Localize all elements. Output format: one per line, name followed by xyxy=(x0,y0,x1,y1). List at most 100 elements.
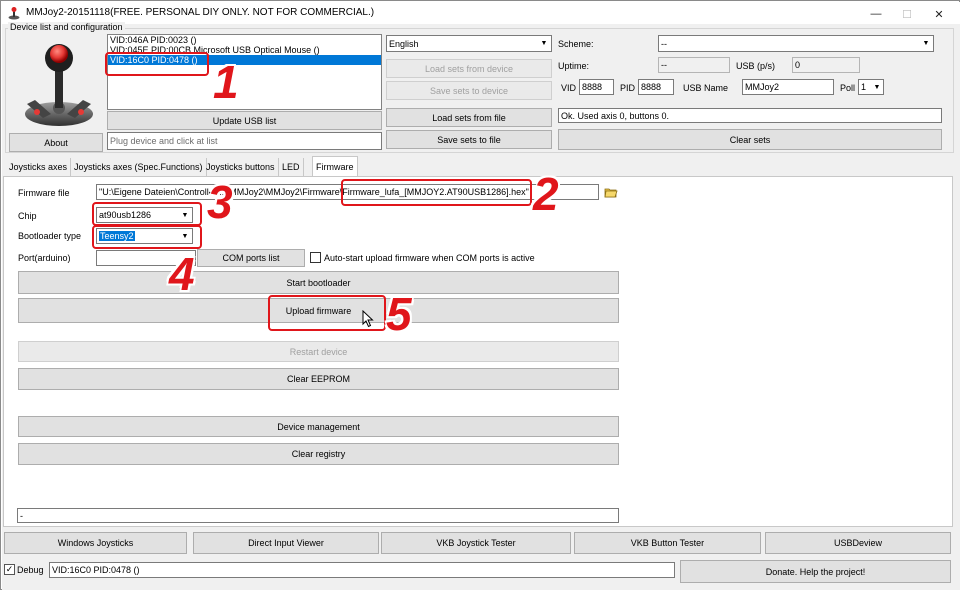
firmware-file-label: Firmware file xyxy=(18,188,70,198)
annotation-number-3: 3 xyxy=(207,176,233,228)
app-joystick-icon xyxy=(7,6,21,20)
device-management-button[interactable]: Device management xyxy=(18,416,619,437)
vkb-joystick-tester-button[interactable]: VKB Joystick Tester xyxy=(381,532,571,554)
clear-eeprom-button[interactable]: Clear EEPROM xyxy=(18,368,619,390)
debug-output-field: VID:16C0 PID:0478 () xyxy=(49,562,675,578)
start-bootloader-button[interactable]: Start bootloader xyxy=(18,271,619,294)
restart-device-button[interactable]: Restart device xyxy=(18,341,619,362)
donate-button[interactable]: Donate. Help the project! xyxy=(680,560,951,583)
com-ports-list-label: COM ports list xyxy=(222,253,280,263)
chevron-down-icon: ▼ xyxy=(540,40,548,47)
close-icon: ✕ xyxy=(934,8,944,21)
tab-joysticks-axes[interactable]: Joysticks axes xyxy=(6,158,72,176)
poll-label: Poll xyxy=(840,83,856,93)
direct-input-viewer-label: Direct Input Viewer xyxy=(248,538,324,548)
maximize-button[interactable]: ☐ xyxy=(891,3,923,25)
restart-device-label: Restart device xyxy=(289,346,348,357)
debug-label: Debug xyxy=(17,565,44,575)
com-ports-list-button[interactable]: COM ports list xyxy=(197,249,305,267)
clear-eeprom-label: Clear EEPROM xyxy=(286,374,350,384)
chevron-down-icon: ▼ xyxy=(922,40,930,47)
device-status-field: Plug device and click at list xyxy=(107,132,382,150)
vkb-button-tester-button[interactable]: VKB Button Tester xyxy=(574,532,761,554)
vid-field[interactable]: 8888 xyxy=(579,79,614,95)
usb-ps-field: 0 xyxy=(792,57,860,73)
vkb-button-tester-label: VKB Button Tester xyxy=(630,538,705,548)
save-sets-to-device-label: Save sets to device xyxy=(429,85,509,96)
tab-firmware[interactable]: Firmware xyxy=(312,156,358,177)
clear-sets-button[interactable]: Clear sets xyxy=(558,129,942,150)
windows-joysticks-label: Windows Joysticks xyxy=(57,538,134,548)
language-select[interactable]: English ▼ xyxy=(386,35,552,52)
port-arduino-label: Port(arduino) xyxy=(18,253,71,263)
usb-ps-label: USB (p/s) xyxy=(736,61,776,71)
scheme-value: -- xyxy=(661,38,667,49)
title-bar: MMJoy2-20151118(FREE. PERSONAL DIY ONLY.… xyxy=(2,2,960,24)
app-window: MMJoy2-20151118(FREE. PERSONAL DIY ONLY.… xyxy=(0,0,960,590)
pid-field[interactable]: 8888 xyxy=(638,79,674,95)
annotation-number-5: 5 xyxy=(386,288,412,340)
device-item-0[interactable]: VID:046A PID:0023 () xyxy=(108,35,381,45)
status-output: Ok. Used axis 0, buttons 0. xyxy=(558,108,942,123)
uptime-label: Uptime: xyxy=(558,61,590,71)
annotation-box-4 xyxy=(92,225,202,249)
bootloader-type-label: Bootloader type xyxy=(18,231,82,241)
tab-led[interactable]: LED xyxy=(279,158,304,176)
load-sets-from-device-button[interactable]: Load sets from device xyxy=(386,59,552,78)
joystick-logo xyxy=(13,34,103,131)
chevron-down-icon: ▼ xyxy=(873,83,881,91)
annotation-number-4: 4 xyxy=(169,248,195,300)
window-title: MMJoy2-20151118(FREE. PERSONAL DIY ONLY.… xyxy=(26,7,375,18)
open-folder-icon[interactable] xyxy=(604,185,618,199)
tab-joysticks-axes-label: Joysticks axes xyxy=(9,162,68,172)
usbdeview-button[interactable]: USBDeview xyxy=(765,532,951,554)
uptime-field: -- xyxy=(658,57,730,73)
load-sets-from-file-label: Load sets from file xyxy=(432,112,506,123)
direct-input-viewer-button[interactable]: Direct Input Viewer xyxy=(193,532,379,554)
device-group-label: Device list and configuration xyxy=(8,22,125,32)
tab-joysticks-buttons[interactable]: Joysticks buttons xyxy=(203,158,279,176)
device-management-label: Device management xyxy=(277,421,360,432)
clear-registry-button[interactable]: Clear registry xyxy=(18,443,619,465)
save-sets-to-file-label: Save sets to file xyxy=(437,134,501,145)
autostart-upload-checkbox[interactable] xyxy=(310,252,321,263)
save-sets-to-file-button[interactable]: Save sets to file xyxy=(386,130,552,149)
chip-label: Chip xyxy=(18,211,37,221)
load-sets-from-device-label: Load sets from device xyxy=(424,63,514,74)
minimize-button[interactable]: — xyxy=(860,3,892,25)
poll-value: 1 xyxy=(861,82,867,92)
scheme-select[interactable]: -- ▼ xyxy=(658,35,934,52)
update-usb-list-label: Update USB list xyxy=(212,115,277,126)
usb-name-field[interactable]: MMJoy2 xyxy=(742,79,834,95)
maximize-icon: ☐ xyxy=(902,8,912,21)
tab-joysticks-axes-spec-label: Joysticks axes (Spec.Functions) xyxy=(74,162,203,172)
annotation-box-1 xyxy=(105,52,209,76)
save-sets-to-device-button[interactable]: Save sets to device xyxy=(386,81,552,100)
about-label: About xyxy=(44,137,68,148)
scheme-label: Scheme: xyxy=(558,39,594,49)
debug-checkbox[interactable]: ✓ xyxy=(4,564,15,575)
clear-sets-label: Clear sets xyxy=(729,134,771,145)
load-sets-from-file-button[interactable]: Load sets from file xyxy=(386,108,552,127)
annotation-box-3 xyxy=(92,202,202,226)
tab-joysticks-buttons-label: Joysticks buttons xyxy=(206,162,275,172)
update-usb-list-button[interactable]: Update USB list xyxy=(107,111,382,130)
minimize-icon: — xyxy=(870,8,882,20)
tab-joysticks-axes-spec[interactable]: Joysticks axes (Spec.Functions) xyxy=(71,158,207,176)
annotation-number-2: 2 xyxy=(533,168,559,220)
about-button[interactable]: About xyxy=(9,133,103,152)
close-button[interactable]: ✕ xyxy=(923,3,955,25)
firmware-log-field: - xyxy=(17,508,619,523)
tab-firmware-label: Firmware xyxy=(316,162,354,172)
autostart-upload-label: Auto-start upload firmware when COM port… xyxy=(324,253,535,263)
annotation-number-1: 1 xyxy=(213,56,239,108)
tab-led-label: LED xyxy=(282,162,300,172)
annotation-box-5 xyxy=(268,295,386,331)
clear-registry-label: Clear registry xyxy=(291,449,346,459)
windows-joysticks-button[interactable]: Windows Joysticks xyxy=(4,532,187,554)
poll-select[interactable]: 1 ▼ xyxy=(858,79,884,95)
vid-label: VID xyxy=(561,83,577,93)
language-value: English xyxy=(389,38,419,49)
usb-name-label: USB Name xyxy=(683,83,729,93)
donate-label: Donate. Help the project! xyxy=(765,566,866,577)
